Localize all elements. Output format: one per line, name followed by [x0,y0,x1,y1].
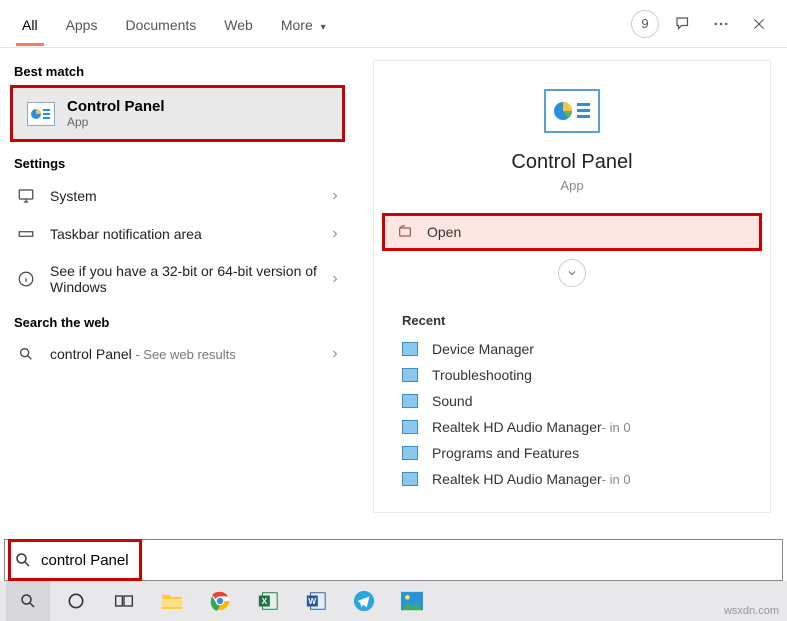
open-icon [397,224,417,240]
preview-subtitle: App [560,178,583,193]
tab-all[interactable]: All [8,3,52,45]
taskbar-excel-icon[interactable]: X [246,581,290,621]
recent-item-suffix: - in 0 [602,420,631,435]
close-icon[interactable] [745,10,773,38]
taskbar-word-icon[interactable]: W [294,581,338,621]
taskbar-telegram-icon[interactable] [342,581,386,621]
chevron-right-icon [329,348,341,360]
section-settings: Settings [0,146,355,177]
web-search-item[interactable]: control Panel - See web results [0,336,355,372]
taskbar-photos-icon[interactable] [390,581,434,621]
taskbar-icon [14,225,38,243]
app-icon [402,420,418,434]
tab-apps[interactable]: Apps [52,3,112,45]
more-options-icon[interactable] [707,10,735,38]
expand-actions-button[interactable] [558,259,586,287]
control-panel-icon [544,89,600,133]
search-input[interactable] [41,552,782,569]
recent-item-suffix: - in 0 [602,472,631,487]
settings-item-bitness[interactable]: See if you have a 32-bit or 64-bit versi… [0,253,355,305]
web-search-label: control Panel - See web results [50,346,329,362]
recent-item-label: Realtek HD Audio Manager [432,419,602,435]
app-icon [402,368,418,382]
app-icon [402,342,418,356]
recent-item-label: Troubleshooting [432,367,532,383]
taskbar-cortana-button[interactable] [54,581,98,621]
preview-title: Control Panel [511,151,632,174]
notifications-badge[interactable]: 9 [631,10,659,38]
tab-documents[interactable]: Documents [111,3,210,45]
taskbar-chrome-icon[interactable] [198,581,242,621]
recent-item[interactable]: Sound [374,388,770,414]
recent-item-label: Realtek HD Audio Manager [432,471,602,487]
app-icon [402,446,418,460]
settings-item-label: System [50,188,329,204]
chevron-right-icon [329,190,341,202]
monitor-icon [14,187,38,205]
search-box[interactable] [4,539,783,581]
recent-item[interactable]: Realtek HD Audio Manager - in 0 [374,414,770,440]
chevron-down-icon: ▾ [321,22,326,33]
search-icon [14,346,38,362]
watermark: wsxdn.com [724,605,779,617]
best-match-result[interactable]: Control Panel App [10,85,345,142]
chevron-right-icon [329,228,341,240]
svg-text:X: X [262,597,268,606]
preview-pane: Control Panel App Open Recent Device Man… [355,48,787,526]
info-icon [14,270,38,288]
search-tabs-bar: All Apps Documents Web More ▾ 9 [0,0,787,48]
taskbar-search-button[interactable] [6,581,50,621]
search-icon [5,551,41,569]
best-match-subtitle: App [67,115,165,129]
taskbar-taskview-button[interactable] [102,581,146,621]
tab-more-label: More [281,17,313,33]
results-pane: Best match Control Panel App Settings Sy… [0,48,355,526]
recent-item-label: Programs and Features [432,445,579,461]
best-match-title: Control Panel [67,98,165,115]
recent-item[interactable]: Device Manager [374,336,770,362]
recent-item-label: Sound [432,393,472,409]
recent-item-label: Device Manager [432,341,534,357]
section-recent: Recent [374,295,770,336]
open-action[interactable]: Open [382,213,762,251]
section-best-match: Best match [0,54,355,85]
feedback-icon[interactable] [669,10,697,38]
app-icon [402,394,418,408]
taskbar: X W [0,581,787,621]
settings-item-system[interactable]: System [0,177,355,215]
settings-item-label: See if you have a 32-bit or 64-bit versi… [50,263,329,295]
settings-item-label: Taskbar notification area [50,226,329,242]
taskbar-explorer-icon[interactable] [150,581,194,621]
tab-more[interactable]: More ▾ [267,3,340,45]
recent-item[interactable]: Realtek HD Audio Manager - in 0 [374,466,770,492]
recent-item[interactable]: Troubleshooting [374,362,770,388]
chevron-right-icon [329,273,341,285]
settings-item-taskbar[interactable]: Taskbar notification area [0,215,355,253]
app-icon [402,472,418,486]
recent-item[interactable]: Programs and Features [374,440,770,466]
tab-web[interactable]: Web [210,3,267,45]
section-search-web: Search the web [0,305,355,336]
control-panel-icon [27,102,55,126]
svg-text:W: W [308,597,316,606]
open-label: Open [427,224,461,240]
